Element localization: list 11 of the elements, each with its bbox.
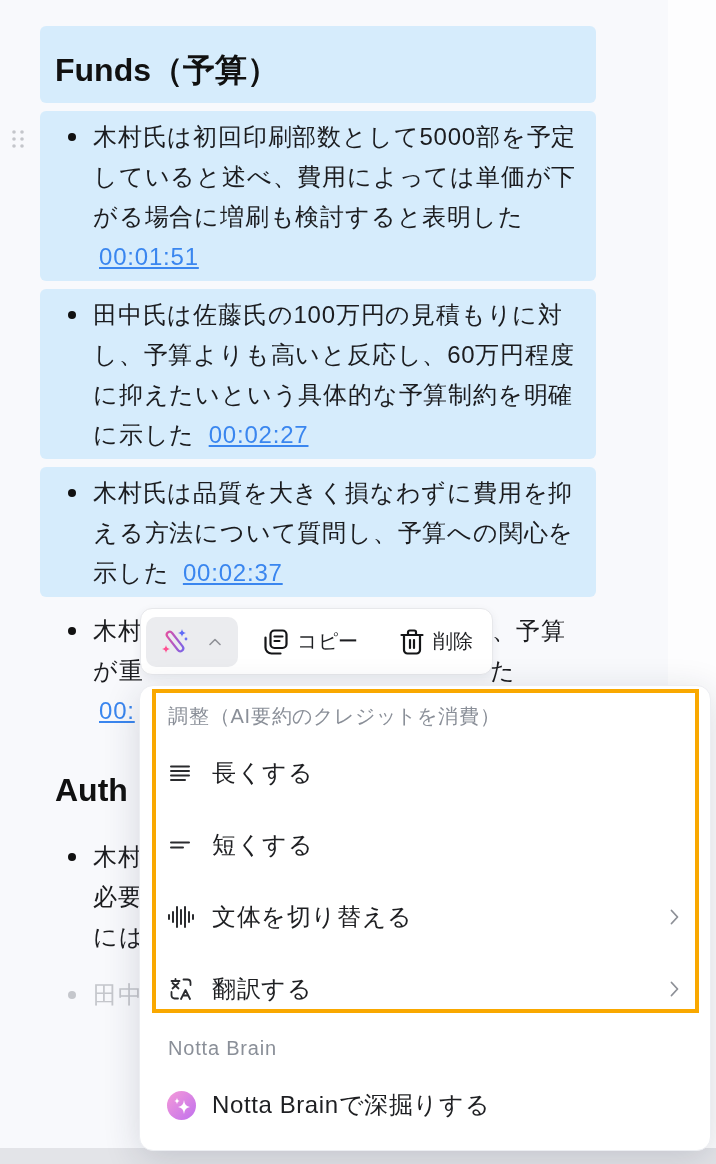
text-fragment: 木村 bbox=[93, 616, 143, 646]
bullet-text: 木村氏は品質を大きく損なわずに費用を抑える方法について質問し、予算への関心を示した 00:02:37 bbox=[93, 478, 576, 588]
text-fragment: 必要 bbox=[93, 882, 143, 912]
text-fragment: 、予算 bbox=[491, 616, 566, 646]
text-fragment: 木村 bbox=[93, 842, 143, 872]
menu-section-title: Notta Brain bbox=[168, 1036, 277, 1061]
bullet-text: 木村氏は初回印刷部数として5000部を予定していると述べ、費用によっては単価が下がる場合に増刷も検討すると表明した 00:01:51 bbox=[93, 122, 578, 272]
text-fragment: が重 bbox=[93, 656, 144, 686]
bullet-text: 田中氏は佐藤氏の100万円の見積もりに対し、予算よりも高いと反応し、60万円程度に抑えたいという具体的な予算制約を明確に示した 00:02:27 bbox=[93, 300, 576, 450]
menu-section-title: 調整（AI要約のクレジットを消費） bbox=[168, 704, 501, 729]
text-fragment: た bbox=[490, 656, 516, 686]
